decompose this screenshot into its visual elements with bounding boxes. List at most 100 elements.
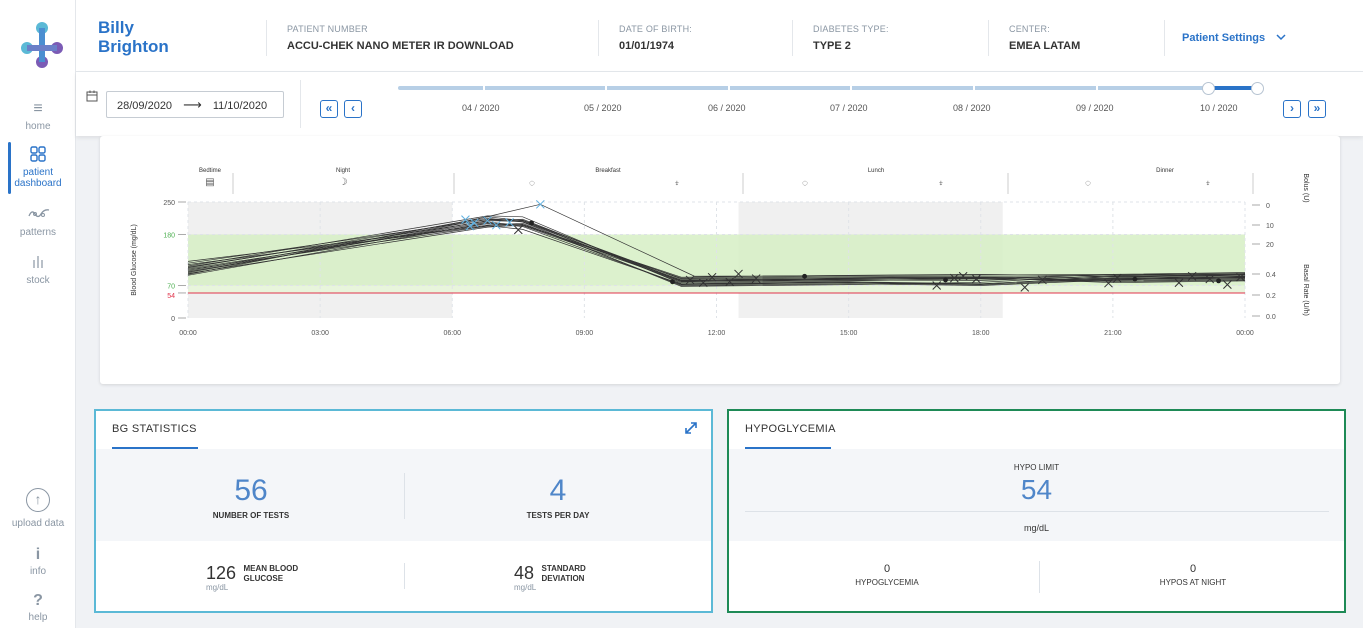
sidebar-item-label: stock: [26, 275, 50, 286]
sidebar-item-label: dashboard: [14, 178, 62, 189]
x-tick-label: 00:00: [179, 330, 197, 337]
last-period-button[interactable]: »: [1308, 100, 1326, 118]
field-label: PATIENT NUMBER: [287, 24, 368, 34]
bolus-tick-label: 0: [1266, 203, 1270, 210]
sidebar-item-info[interactable]: i info: [0, 546, 76, 577]
hypoglycemia-count-stat: 0 HYPOGLYCEMIA: [737, 563, 1037, 587]
help-icon: ?: [33, 592, 43, 609]
card-body: HYPO LIMIT 54 mg/dL: [729, 449, 1344, 541]
patient-number-field: PATIENT NUMBER ACCU-CHEK NANO METER IR D…: [266, 20, 596, 56]
number-of-tests-stat: 56 NUMBER OF TESTS: [101, 474, 401, 521]
stat-label: HYPOS AT NIGHT: [1159, 578, 1227, 587]
patient-settings-label: Patient Settings: [1182, 32, 1266, 44]
x-tick-label: 21:00: [1104, 330, 1122, 337]
apple-icon: ◌: [529, 178, 535, 189]
timeline-track[interactable]: [398, 86, 1263, 90]
basal-axis-label: Basal Rate (U/h): [1302, 264, 1309, 316]
stat-value: 48: [514, 563, 535, 583]
stat-value: 126: [206, 563, 237, 583]
field-value: 01/01/1974: [619, 40, 675, 52]
y-tick-label: 0: [171, 316, 175, 323]
glucose-dot: [670, 279, 675, 285]
stat-value: 0: [1189, 563, 1197, 575]
period-label: Bedtime: [199, 168, 222, 174]
arrow-right-icon: ⟶: [183, 97, 202, 112]
stat-value: 4: [549, 474, 567, 507]
moon-icon: ☽: [339, 177, 348, 188]
sidebar-item-stock[interactable]: stock: [0, 254, 76, 286]
app-logo[interactable]: [18, 18, 66, 70]
glucose-dot: [529, 220, 534, 226]
bg-statistics-card: BG STATISTICS 56 NUMBER OF TESTS 4 TESTS…: [94, 409, 713, 613]
divider: [404, 563, 405, 589]
basal-tick-label: 0.0: [1266, 314, 1276, 321]
x-tick-label: 12:00: [708, 330, 726, 337]
hypos-at-night-stat: 0 HYPOS AT NIGHT: [1043, 563, 1343, 587]
date-of-birth-field: DATE OF BIRTH: 01/01/1974: [598, 20, 794, 56]
patient-header: Billy Brighton PATIENT NUMBER ACCU-CHEK …: [76, 0, 1363, 72]
sidebar-item-upload-data[interactable]: ↑ upload data: [0, 488, 76, 529]
period-label: Night: [336, 168, 350, 174]
first-period-button[interactable]: «: [320, 100, 338, 118]
calendar-icon: [86, 90, 98, 102]
field-value: EMEA LATAM: [1009, 40, 1081, 52]
hypo-limit-unit: mg/dL: [1023, 523, 1049, 533]
bolus-tick-label: 10: [1266, 223, 1274, 230]
stat-label: MEAN BLOOD GLUCOSE: [243, 563, 299, 583]
bed-icon: ▤: [205, 177, 214, 188]
y-tick-label: 250: [163, 200, 175, 207]
bolus-axis-label: Bolus (U): [1302, 173, 1309, 202]
mean-glucose-stat: 126 mg/dL MEAN BLOOD GLUCOSE: [206, 563, 299, 592]
divider: [300, 80, 301, 128]
month-label: 07 / 2020: [830, 103, 868, 113]
sidebar-item-patient-dashboard[interactable]: patient dashboard: [0, 142, 76, 194]
bolus-tick-label: 20: [1266, 242, 1274, 249]
y-axis-label: Blood Glucose (mg/dL): [131, 224, 138, 296]
x-tick-label: 18:00: [972, 330, 990, 337]
x-tick-label: 06:00: [443, 330, 461, 337]
card-title: BG STATISTICS: [112, 423, 197, 435]
period-label: Dinner: [1156, 168, 1174, 174]
date-range-input[interactable]: 28/09/2020 ⟶ 11/10/2020: [106, 91, 284, 118]
date-to: 11/10/2020: [212, 100, 268, 112]
sidebar: ≡ home patient dashboard patterns stock …: [0, 0, 76, 628]
standard-deviation-stat: 48 mg/dL STANDARD DEVIATION: [514, 563, 586, 592]
basal-tick-label: 0.2: [1266, 293, 1276, 300]
field-value: ACCU-CHEK NANO METER IR DOWNLOAD: [287, 40, 514, 52]
stat-value: 56: [234, 474, 268, 507]
x-tick-label: 00:00: [1236, 330, 1254, 337]
stat-label: HYPOGLYCEMIA: [855, 578, 919, 587]
range-start-handle[interactable]: [1202, 82, 1215, 95]
sidebar-item-help[interactable]: ? help: [0, 592, 76, 623]
header-divider: [1164, 20, 1165, 56]
period-label: Lunch: [868, 168, 884, 174]
y-tick-label: 54: [167, 293, 175, 300]
patient-settings-dropdown[interactable]: Patient Settings: [1182, 32, 1286, 44]
patterns-icon: [28, 206, 50, 224]
patient-first-name: Billy: [98, 18, 134, 37]
stat-label: STANDARD DEVIATION: [541, 563, 586, 583]
sidebar-item-patterns[interactable]: patterns: [0, 206, 76, 238]
date-range-bar: 28/09/2020 ⟶ 11/10/2020 « ‹ 04 / 2020 05…: [76, 72, 1363, 136]
stat-label: TESTS PER DAY: [526, 511, 590, 520]
x-tick-label: 09:00: [576, 330, 594, 337]
month-label: 06 / 2020: [708, 103, 746, 113]
next-period-button[interactable]: ›: [1283, 100, 1301, 118]
month-label: 08 / 2020: [953, 103, 991, 113]
range-end-handle[interactable]: [1251, 82, 1264, 95]
fork-icon: ⍖: [674, 178, 680, 189]
basal-tick-label: 0.4: [1266, 272, 1276, 279]
glucose-marker-light: [461, 215, 470, 224]
sidebar-item-label: home: [25, 121, 51, 132]
y-tick-label: 180: [163, 232, 175, 239]
patient-last-name: Brighton: [98, 37, 169, 56]
sidebar-item-home[interactable]: ≡ home: [0, 100, 76, 132]
month-label: 10 / 2020: [1200, 103, 1238, 113]
period-label: Breakfast: [595, 168, 621, 174]
glucose-dot: [802, 273, 807, 279]
expand-icon[interactable]: [685, 421, 697, 437]
month-label: 09 / 2020: [1076, 103, 1114, 113]
prev-period-button[interactable]: ‹: [344, 100, 362, 118]
divider: [1039, 561, 1040, 593]
hypo-limit-label: HYPO LIMIT: [1013, 463, 1060, 472]
